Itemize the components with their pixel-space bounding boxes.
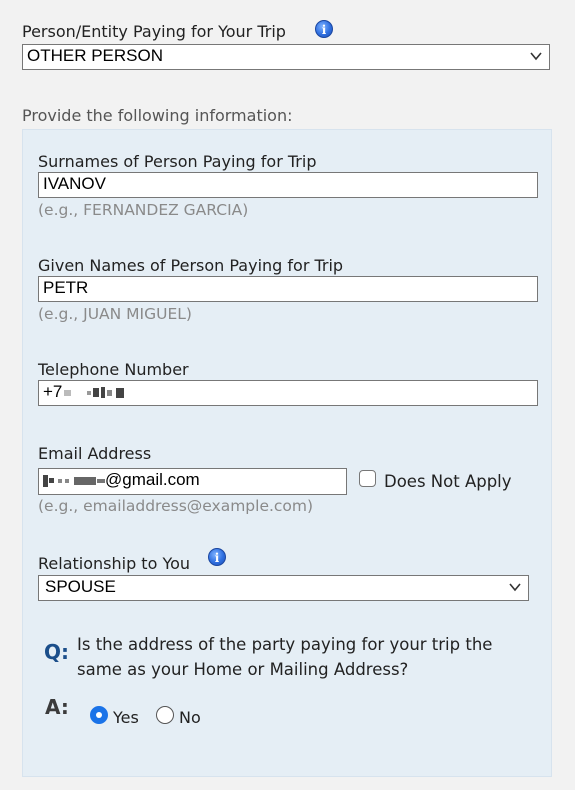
no-label[interactable]: No [179, 708, 201, 727]
redacted-digits [62, 382, 125, 401]
email-input[interactable]: @gmail.com [38, 468, 347, 495]
info-icon[interactable]: i [315, 20, 333, 38]
payer-label: Person/Entity Paying for Your Trip [22, 22, 286, 41]
question-text-line1: Is the address of the party paying for y… [77, 635, 493, 654]
surnames-label: Surnames of Person Paying for Trip [38, 152, 317, 171]
telephone-label: Telephone Number [38, 360, 189, 379]
does-not-apply-checkbox[interactable] [359, 470, 376, 487]
surnames-hint: (e.g., FERNANDEZ GARCIA) [38, 201, 249, 219]
question-marker: Q: [44, 640, 69, 664]
info-icon[interactable]: i [208, 548, 226, 566]
telephone-prefix: +7 [43, 382, 63, 401]
question-text-line2: same as your Home or Mailing Address? [77, 660, 409, 679]
provide-info-label: Provide the following information: [22, 106, 293, 125]
no-radio[interactable] [156, 706, 174, 724]
relationship-select-value: SPOUSE [45, 577, 116, 596]
yes-label[interactable]: Yes [113, 708, 139, 727]
relationship-select[interactable]: SPOUSE [38, 575, 529, 601]
relationship-label: Relationship to You [38, 554, 191, 573]
payer-select-value: OTHER PERSON [27, 46, 164, 65]
given-names-label: Given Names of Person Paying for Trip [38, 256, 344, 275]
chevron-down-icon [509, 583, 521, 592]
given-names-hint: (e.g., JUAN MIGUEL) [38, 305, 192, 323]
email-label: Email Address [38, 444, 152, 463]
email-domain: @gmail.com [105, 470, 200, 489]
payer-select[interactable]: OTHER PERSON [22, 44, 550, 70]
surnames-input[interactable]: IVANOV [38, 172, 538, 198]
yes-radio[interactable] [90, 706, 108, 724]
redacted-email-user [43, 470, 105, 489]
telephone-input[interactable]: +7 [38, 380, 538, 406]
does-not-apply-label[interactable]: Does Not Apply [384, 472, 512, 491]
email-hint: (e.g., emailaddress@example.com) [38, 497, 314, 515]
given-names-input[interactable]: PETR [38, 276, 538, 302]
answer-marker: A: [45, 695, 69, 719]
chevron-down-icon [530, 52, 542, 61]
